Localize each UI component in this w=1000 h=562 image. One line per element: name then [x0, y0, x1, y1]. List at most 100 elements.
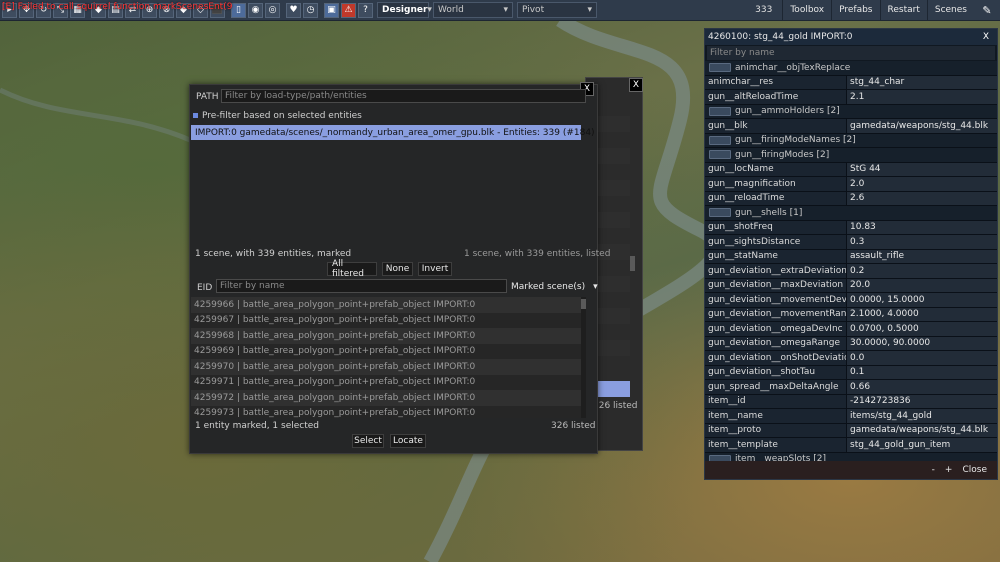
path-filter-input[interactable]: Filter by load-type/path/entities — [221, 89, 586, 103]
property-value[interactable]: 0.0000, 15.0000 — [846, 293, 997, 307]
scene-list-item[interactable]: IMPORT:0 gamedata/scenes/_normandy_urban… — [191, 125, 595, 140]
property-row: gun__sightsDistance 0.3 — [705, 235, 997, 250]
property-value[interactable]: 0.0 — [846, 351, 997, 365]
menu-scenes[interactable]: Scenes — [926, 0, 974, 20]
property-group[interactable]: gun__firingModeNames [2] — [705, 133, 997, 148]
property-row: gun_deviation__omegaRange 30.0000, 90.000… — [705, 336, 997, 351]
chevron-down-icon: ▾ — [503, 5, 508, 15]
list-item[interactable]: 4259972 | battle_area_polygon_point+pref… — [191, 390, 581, 406]
all-filtered-button[interactable]: All filtered — [327, 259, 377, 279]
property-value[interactable]: 0.3 — [846, 235, 997, 249]
path-label: PATH — [196, 92, 219, 102]
eid-filter-input[interactable]: Filter by name — [216, 279, 507, 293]
property-value[interactable]: 30.0000, 90.0000 — [846, 336, 997, 350]
property-group-label: animchar__objTexReplace — [735, 62, 851, 73]
invert-button[interactable]: Invert — [418, 262, 452, 276]
wrench-icon[interactable]: ✎ — [978, 2, 996, 18]
save-icon[interactable]: ▣ — [324, 2, 339, 18]
close-panel-button[interactable]: Close — [962, 465, 987, 475]
list-item[interactable]: 4259968 | battle_area_polygon_point+pref… — [191, 328, 581, 344]
background-status: 326 listed — [593, 401, 638, 411]
property-group-label: gun__firingModeNames [2] — [735, 135, 856, 146]
property-value[interactable]: 0.66 — [846, 380, 997, 394]
menu-restart[interactable]: Restart — [879, 0, 927, 20]
view-icon[interactable]: ◎ — [265, 2, 280, 18]
property-key: gun__magnification — [705, 177, 846, 191]
property-value[interactable]: stg_44_gold_gun_item — [846, 438, 997, 452]
entity-list-scrollbar[interactable] — [581, 297, 586, 418]
property-group[interactable]: gun__shells [1] — [705, 206, 997, 221]
property-row: gun__magnification 2.0 — [705, 177, 997, 192]
property-value[interactable]: 2.1 — [846, 90, 997, 104]
marked-scenes-select[interactable]: Marked scene(s) ▾ — [511, 282, 598, 292]
property-value[interactable]: items/stg_44_gold — [846, 409, 997, 423]
clock-icon[interactable]: ◷ — [303, 2, 318, 18]
list-item[interactable]: 4259969 | battle_area_polygon_point+pref… — [191, 343, 581, 359]
expand-button[interactable]: + — [945, 465, 953, 475]
property-key: item__proto — [705, 423, 846, 437]
property-value[interactable]: 2.0 — [846, 177, 997, 191]
property-key: gun__blk — [705, 119, 846, 133]
heart-icon[interactable]: ♥ — [286, 2, 301, 18]
select-button[interactable]: Select — [352, 434, 384, 448]
property-value[interactable]: 0.2 — [846, 264, 997, 278]
marked-scenes-value: Marked scene(s) — [511, 282, 586, 292]
properties-footer: - + Close — [705, 461, 997, 479]
property-group[interactable]: gun__ammoHolders [2] — [705, 104, 997, 119]
property-value[interactable]: 20.0 — [846, 278, 997, 292]
eye-icon[interactable]: ◉ — [248, 2, 263, 18]
property-value[interactable]: 10.83 — [846, 220, 997, 234]
menu-prefabs[interactable]: Prefabs — [831, 0, 879, 20]
property-value[interactable]: stg_44_char — [846, 75, 997, 89]
eid-label: EID — [197, 283, 213, 293]
mode-select[interactable]: Designer ▾ — [377, 2, 432, 18]
property-row: gun_deviation__onShotDeviationCha0.0 — [705, 351, 997, 366]
property-row: gun_deviation__movementDevInc 0.0000, 15.… — [705, 293, 997, 308]
property-value[interactable]: 2.6 — [846, 191, 997, 205]
list-item[interactable]: 4259970 | battle_area_polygon_point+pref… — [191, 359, 581, 375]
list-item[interactable]: 4259967 | battle_area_polygon_point+pref… — [191, 312, 581, 328]
prefilter-checkbox[interactable]: Pre-filter based on selected entities — [193, 111, 362, 121]
document-icon[interactable]: ▯ — [231, 2, 246, 18]
collapse-button[interactable]: - — [932, 465, 935, 475]
property-value[interactable]: 0.0700, 0.5000 — [846, 322, 997, 336]
property-group-label: gun__firingModes [2] — [735, 149, 830, 160]
list-item[interactable]: 4259966 | battle_area_polygon_point+pref… — [191, 297, 581, 313]
help-icon[interactable]: ? — [358, 2, 373, 18]
list-item[interactable]: 4259971 | battle_area_polygon_point+pref… — [191, 374, 581, 390]
pivot-select-value: Pivot — [522, 5, 545, 15]
locate-button[interactable]: Locate — [390, 434, 426, 448]
property-value[interactable]: assault_rifle — [846, 249, 997, 263]
warning-icon[interactable]: ⚠ — [341, 2, 356, 18]
properties-filter-input[interactable]: Filter by name — [707, 46, 995, 60]
property-value[interactable]: StG 44 — [846, 162, 997, 176]
error-message: [E] Failed to call squirrel function mar… — [2, 2, 233, 12]
properties-filter-placeholder: Filter by name — [710, 48, 775, 58]
chevron-down-icon: ▾ — [427, 5, 432, 15]
background-scrollbar-thumb[interactable] — [630, 256, 635, 271]
property-key: item__id — [705, 394, 846, 408]
space-select[interactable]: World ▾ — [433, 2, 513, 18]
path-filter-placeholder: Filter by load-type/path/entities — [225, 91, 367, 101]
property-value[interactable]: gamedata/weapons/stg_44.blk — [846, 119, 997, 133]
scrollbar-thumb[interactable] — [581, 299, 586, 309]
list-item[interactable]: 4259973 | battle_area_polygon_point+pref… — [191, 405, 581, 418]
property-row: item__proto gamedata/weapons/stg_44.blk — [705, 423, 997, 438]
property-row: gun_spread__maxDeltaAngle 0.66 — [705, 380, 997, 395]
properties-close-button[interactable]: X — [979, 30, 993, 44]
property-value[interactable]: 2.1000, 4.0000 — [846, 307, 997, 321]
property-value[interactable]: gamedata/weapons/stg_44.blk — [846, 423, 997, 437]
property-group-label: gun__ammoHolders [2] — [735, 106, 840, 117]
property-key: animchar__res — [705, 75, 846, 89]
property-row: animchar__res stg_44_char — [705, 75, 997, 90]
property-key: gun__locName — [705, 162, 846, 176]
pivot-select[interactable]: Pivot ▾ — [517, 2, 597, 18]
menu-toolbox[interactable]: Toolbox — [782, 0, 831, 20]
property-value[interactable]: 0.1 — [846, 365, 997, 379]
background-dialog-close-button[interactable]: X — [629, 78, 643, 92]
none-button[interactable]: None — [382, 262, 413, 276]
property-group[interactable]: animchar__objTexReplace — [705, 61, 997, 76]
property-group[interactable]: gun__firingModes [2] — [705, 148, 997, 163]
property-row: gun__reloadTime 2.6 — [705, 191, 997, 206]
property-value[interactable]: -2142723836 — [846, 394, 997, 408]
